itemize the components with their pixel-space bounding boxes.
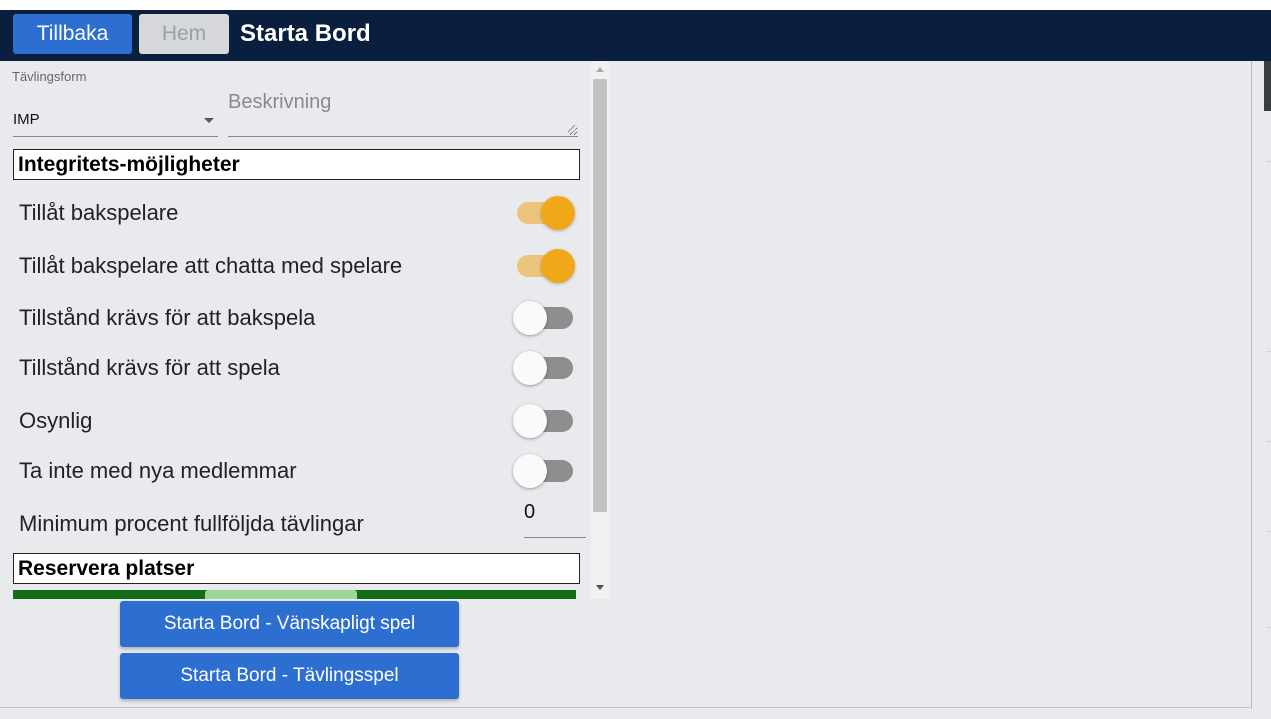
min-percent-field — [524, 501, 586, 538]
option-label: Tillstånd krävs för att bakspela — [19, 305, 316, 330]
permission-kibitz-toggle[interactable] — [513, 297, 577, 337]
home-button[interactable]: Hem — [139, 14, 229, 54]
min-percent-label: Minimum procent fullföljda tävlingar — [19, 511, 364, 536]
description-input[interactable] — [228, 89, 578, 136]
option-label: Tillåt bakspelare — [19, 200, 179, 225]
divider — [1266, 351, 1271, 352]
settings-panel: Tävlingsform IMP Integritets-möjligheter… — [0, 61, 610, 599]
competition-value: IMP — [13, 111, 40, 128]
description-field — [228, 89, 578, 137]
competition-select[interactable]: IMP — [13, 99, 218, 137]
divider — [1251, 61, 1252, 709]
reserve-seat-button[interactable] — [205, 590, 357, 599]
divider — [1266, 161, 1271, 162]
scroll-up-icon[interactable] — [596, 67, 604, 72]
resize-handle-icon[interactable] — [568, 125, 576, 133]
start-friendly-button[interactable]: Starta Bord - Vänskapligt spel — [120, 601, 459, 647]
dropdown-arrow-icon — [204, 118, 214, 123]
option-label: Ta inte med nya medlemmar — [19, 458, 297, 483]
scroll-down-icon[interactable] — [596, 585, 604, 590]
top-bar: Tillbaka Hem Starta Bord — [0, 10, 1271, 61]
invisible-toggle[interactable] — [513, 400, 577, 440]
page-title: Starta Bord — [240, 20, 371, 47]
option-label: Tillstånd krävs för att spela — [19, 355, 280, 380]
start-competitive-button[interactable]: Starta Bord - Tävlingsspel — [120, 653, 459, 699]
option-label: Osynlig — [19, 408, 93, 433]
integrity-header: Integritets-möjligheter — [13, 149, 580, 180]
allow-kibitzers-toggle[interactable] — [513, 192, 577, 232]
divider — [0, 707, 1252, 708]
divider — [1266, 441, 1271, 442]
back-button[interactable]: Tillbaka — [13, 14, 132, 54]
main-area: Tävlingsform IMP Integritets-möjligheter… — [0, 61, 1271, 719]
min-percent-input[interactable] — [524, 501, 586, 524]
exclude-new-members-toggle[interactable] — [513, 450, 577, 490]
side-panel-edge — [1264, 61, 1271, 111]
divider — [1266, 531, 1271, 532]
scrollbar-thumb[interactable] — [593, 79, 607, 512]
permission-play-toggle[interactable] — [513, 347, 577, 387]
scrollbar[interactable] — [591, 61, 609, 599]
divider — [1266, 627, 1271, 628]
competition-label: Tävlingsform — [12, 69, 87, 84]
kibitzers-chat-toggle[interactable] — [513, 245, 577, 285]
reserve-header: Reservera platser — [13, 553, 580, 584]
option-label: Tillåt bakspelare att chatta med spelare — [19, 253, 403, 278]
